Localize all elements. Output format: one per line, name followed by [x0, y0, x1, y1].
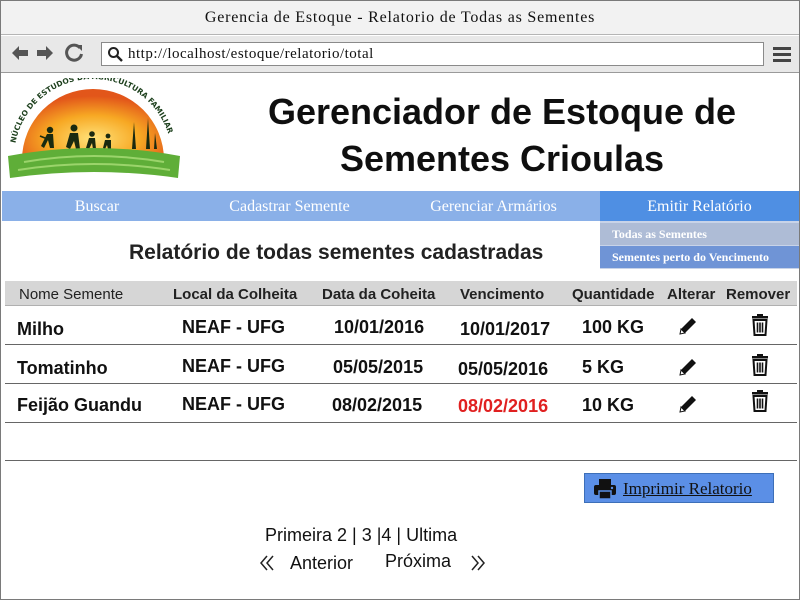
- printer-icon: [594, 479, 616, 500]
- trash-icon[interactable]: [749, 353, 771, 376]
- cell-quantidade: 5 KG: [582, 357, 625, 377]
- edit-pencil-icon[interactable]: [677, 393, 699, 415]
- cell-colheita: 08/02/2015: [332, 395, 423, 415]
- back-arrow-icon[interactable]: [9, 42, 31, 64]
- app-title: Gerenciador de Estoque de Sementes Criou…: [267, 91, 737, 179]
- divider: [5, 460, 797, 461]
- dropdown-item-sementes-vencimento[interactable]: Sementes perto do Vencimento: [600, 246, 799, 268]
- report-title: Relatório de todas sementes cadastradas: [129, 241, 544, 264]
- page-header: NÚCLEO DE ESTUDOS DA AGRICULTURA FAMILIA…: [2, 74, 800, 190]
- column-header-local: Local da Colheita: [173, 286, 298, 303]
- cell-nome: Milho: [17, 319, 64, 339]
- cell-quantidade: 10 KG: [582, 395, 635, 415]
- nav-item-buscar[interactable]: Buscar: [2, 191, 192, 221]
- neaf-logo: NÚCLEO DE ESTUDOS DA AGRICULTURA FAMILIA…: [8, 78, 180, 178]
- nav-item-gerenciar-armarios[interactable]: Gerenciar Armários: [387, 191, 600, 221]
- dropdown-item-todas-sementes[interactable]: Todas as Sementes: [600, 223, 799, 245]
- main-nav: Buscar Cadastrar Semente Gerenciar Armár…: [2, 191, 799, 221]
- column-header-vencimento: Vencimento: [460, 286, 545, 303]
- cell-nome: Feijão Guandu: [17, 395, 143, 415]
- table-row: Feijão Guandu NEAF - UFG 08/02/2015 08/0…: [5, 385, 797, 423]
- cell-colheita: 10/01/2016: [334, 317, 425, 337]
- trash-icon[interactable]: [749, 313, 771, 336]
- forward-arrow-icon[interactable]: [34, 42, 56, 64]
- pagination-pages[interactable]: Primeira 2 | 3 |4 | Ultima: [265, 525, 457, 546]
- browser-window: Gerencia de Estoque - Relatorio de Todas…: [0, 0, 800, 600]
- nav-item-cadastrar-semente[interactable]: Cadastrar Semente: [192, 191, 387, 221]
- column-header-alterar: Alterar: [667, 286, 716, 303]
- column-header-quantidade: Quantidade: [572, 286, 655, 303]
- window-title: Gerencia de Estoque - Relatorio de Todas…: [1, 1, 799, 35]
- url-input[interactable]: [128, 44, 758, 64]
- nav-item-emitir-relatorio[interactable]: Emitir Relatório: [600, 191, 799, 221]
- cell-nome: Tomatinho: [17, 358, 108, 378]
- previous-page-label: Anterior: [290, 553, 354, 573]
- report-dropdown-menu: Todas as Sementes Sementes perto do Venc…: [600, 221, 799, 269]
- cell-vencimento: 10/01/2017: [460, 319, 551, 339]
- next-page-label: Próxima: [385, 551, 452, 571]
- trash-icon[interactable]: [749, 389, 771, 412]
- search-icon: [108, 47, 123, 62]
- browser-toolbar: [1, 36, 799, 73]
- cell-local: NEAF - UFG: [182, 317, 285, 337]
- print-report-button[interactable]: Imprimir Relatorio: [584, 473, 774, 503]
- double-chevron-left-icon: [260, 555, 274, 571]
- edit-pencil-icon[interactable]: [677, 315, 699, 337]
- cell-quantidade: 100 KG: [582, 317, 645, 337]
- cell-colheita: 05/05/2015: [333, 357, 424, 377]
- hamburger-menu-icon[interactable]: [772, 44, 792, 64]
- cell-local: NEAF - UFG: [182, 394, 285, 414]
- print-report-label: Imprimir Relatorio: [623, 479, 752, 498]
- reload-icon[interactable]: [63, 42, 85, 64]
- table-row: Milho NEAF - UFG 10/01/2016 10/01/2017 1…: [5, 307, 797, 345]
- column-header-remover: Remover: [726, 286, 791, 303]
- column-header-colheita: Data da Coheita: [322, 286, 436, 303]
- cell-vencimento: 05/05/2016: [458, 359, 549, 379]
- edit-pencil-icon[interactable]: [677, 356, 699, 378]
- table-row: Tomatinho NEAF - UFG 05/05/2015 05/05/20…: [5, 346, 797, 384]
- double-chevron-right-icon: [471, 555, 485, 571]
- table-header: Nome Semente Local da Colheita Data da C…: [5, 281, 797, 306]
- cell-vencimento: 08/02/2016: [458, 396, 549, 416]
- cell-local: NEAF - UFG: [182, 356, 285, 376]
- divider: [5, 422, 797, 423]
- column-header-nome: Nome Semente: [19, 286, 124, 303]
- address-bar[interactable]: [101, 42, 764, 66]
